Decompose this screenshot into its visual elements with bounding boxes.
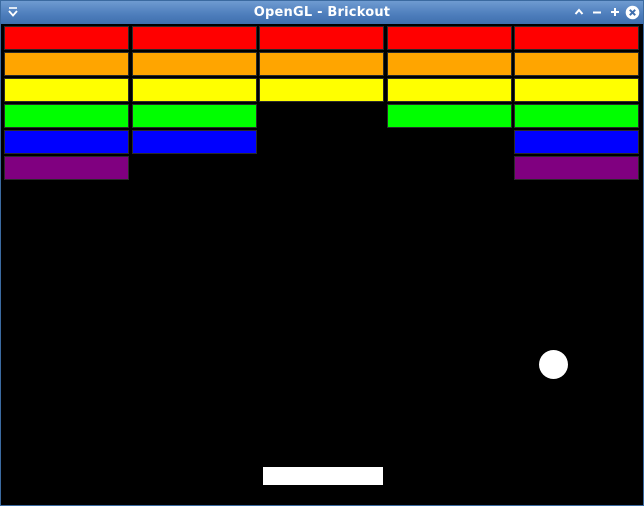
brick (4, 26, 129, 50)
game-area[interactable] (2, 24, 642, 505)
brick (514, 78, 639, 102)
brick (4, 78, 129, 102)
brick (387, 52, 512, 76)
brick (259, 26, 384, 50)
brick (259, 78, 384, 102)
brick (4, 104, 129, 128)
brick (259, 52, 384, 76)
paddle[interactable] (263, 467, 383, 485)
brick (132, 78, 257, 102)
brick (132, 26, 257, 50)
brick (132, 130, 257, 154)
brick (514, 26, 639, 50)
brick (387, 78, 512, 102)
brick (514, 52, 639, 76)
brick (4, 156, 129, 180)
title-bar[interactable]: OpenGL - Brickout (1, 1, 643, 24)
minimize-icon[interactable] (589, 4, 605, 20)
brick (132, 52, 257, 76)
maximize-icon[interactable] (607, 4, 623, 20)
brick (387, 26, 512, 50)
shade-up-icon[interactable] (571, 4, 587, 20)
brick (4, 52, 129, 76)
close-icon[interactable] (624, 4, 640, 20)
brick (514, 104, 639, 128)
brick (514, 156, 639, 180)
brick (514, 130, 639, 154)
window-title: OpenGL - Brickout (253, 5, 391, 20)
brick (132, 104, 257, 128)
ball (539, 350, 568, 379)
app-window: OpenGL - Brickout (0, 0, 644, 506)
brick (4, 130, 129, 154)
brick (387, 104, 512, 128)
